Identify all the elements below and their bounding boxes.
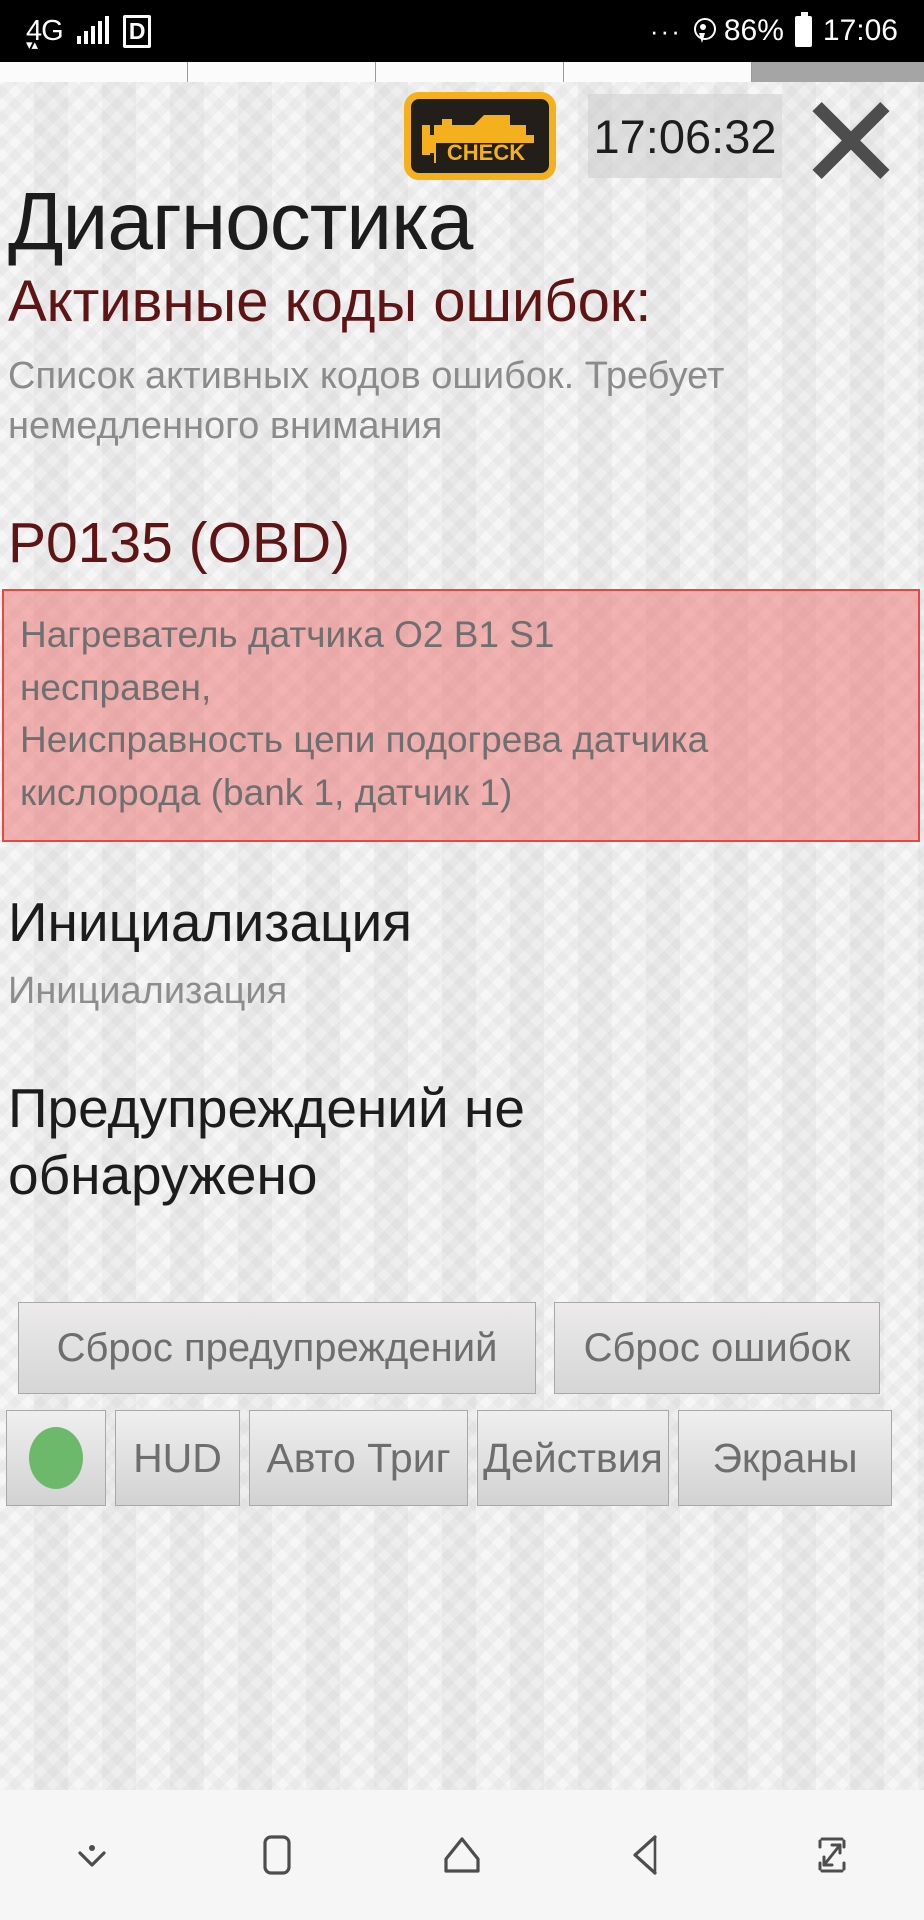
connection-status-led-button[interactable] (6, 1410, 106, 1506)
signal-bars-icon (76, 16, 110, 44)
initialization-value: Инициализация (8, 970, 288, 1013)
tab-segment-3[interactable] (376, 62, 564, 82)
location-pin-icon (693, 17, 716, 45)
tab-segment-1[interactable] (0, 62, 188, 82)
phone-screen: 4G ▾▴ D ··· 86% 17:06 CHECK 17:06:32 Диа… (0, 0, 924, 1920)
reset-errors-button[interactable]: Сброс ошибок (554, 1302, 880, 1394)
diagnostics-content: Диагностика Активные коды ошибок: Список… (0, 180, 924, 1210)
fault-line: несправен, (20, 666, 212, 708)
more-notifications-icon: ··· (649, 16, 682, 46)
fault-line: кислорода (bank 1, датчик 1) (20, 772, 513, 814)
close-icon[interactable] (805, 92, 897, 184)
check-engine-icon: CHECK (404, 92, 556, 180)
session-clock: 17:06:32 (588, 94, 782, 178)
status-bar-left: 4G ▾▴ D (26, 14, 152, 52)
network-type-label: 4G ▾▴ (26, 15, 64, 52)
data-transfer-arrows-icon: ▾▴ (26, 36, 38, 52)
check-engine-label: CHECK (447, 140, 525, 165)
active-codes-heading: Активные коды ошибок: (8, 268, 652, 334)
tab-segment-inactive[interactable] (752, 62, 924, 82)
fault-line: Нагреватель датчика O2 B1 S1 (20, 614, 555, 656)
tab-segment-bar[interactable] (0, 62, 924, 82)
fault-description-box: Нагреватель датчика O2 B1 S1 несправен, … (2, 589, 920, 842)
page-title: Диагностика (8, 176, 473, 267)
android-status-bar: 4G ▾▴ D ··· 86% 17:06 (0, 0, 924, 62)
hud-button[interactable]: HUD (115, 1410, 240, 1506)
status-bar-clock: 17:06 (822, 14, 898, 47)
bottom-toolbar: HUD Авто Триг Действия Экраны (0, 1410, 924, 1506)
home-icon[interactable] (407, 1800, 517, 1910)
battery-icon (794, 11, 812, 47)
app-content-area: CHECK 17:06:32 Диагностика Активные коды… (0, 62, 924, 1852)
fault-code-label: P0135 (OBD) (8, 510, 351, 575)
active-codes-description: Список активных кодов ошибок. Требует не… (8, 354, 725, 448)
screens-button[interactable]: Экраны (678, 1410, 892, 1506)
status-led-icon (29, 1427, 83, 1489)
auto-trigger-button[interactable]: Авто Триг (249, 1410, 468, 1506)
tab-segment-2[interactable] (188, 62, 376, 82)
actions-button[interactable]: Действия (477, 1410, 669, 1506)
screen-header: CHECK 17:06:32 (0, 82, 924, 187)
initialization-heading: Инициализация (8, 890, 413, 953)
back-icon[interactable] (592, 1800, 702, 1910)
collapse-chevron-icon[interactable] (37, 1800, 147, 1910)
android-navigation-bar (0, 1790, 924, 1920)
fault-line: Неисправность цепи подогрева датчика (20, 719, 709, 761)
rotate-expand-icon[interactable] (777, 1800, 887, 1910)
carrier-badge-icon: D (123, 14, 152, 48)
tab-segment-4[interactable] (564, 62, 752, 82)
status-bar-right: ··· 86% 17:06 (649, 11, 898, 48)
recents-icon[interactable] (222, 1800, 332, 1910)
no-warnings-message: Предупреждений не обнаружено (8, 1076, 525, 1207)
reset-warnings-button[interactable]: Сброс предупреждений (18, 1302, 536, 1394)
reset-actions-row: Сброс предупреждений Сброс ошибок (0, 1302, 924, 1394)
battery-percent-label: 86% (723, 14, 784, 47)
